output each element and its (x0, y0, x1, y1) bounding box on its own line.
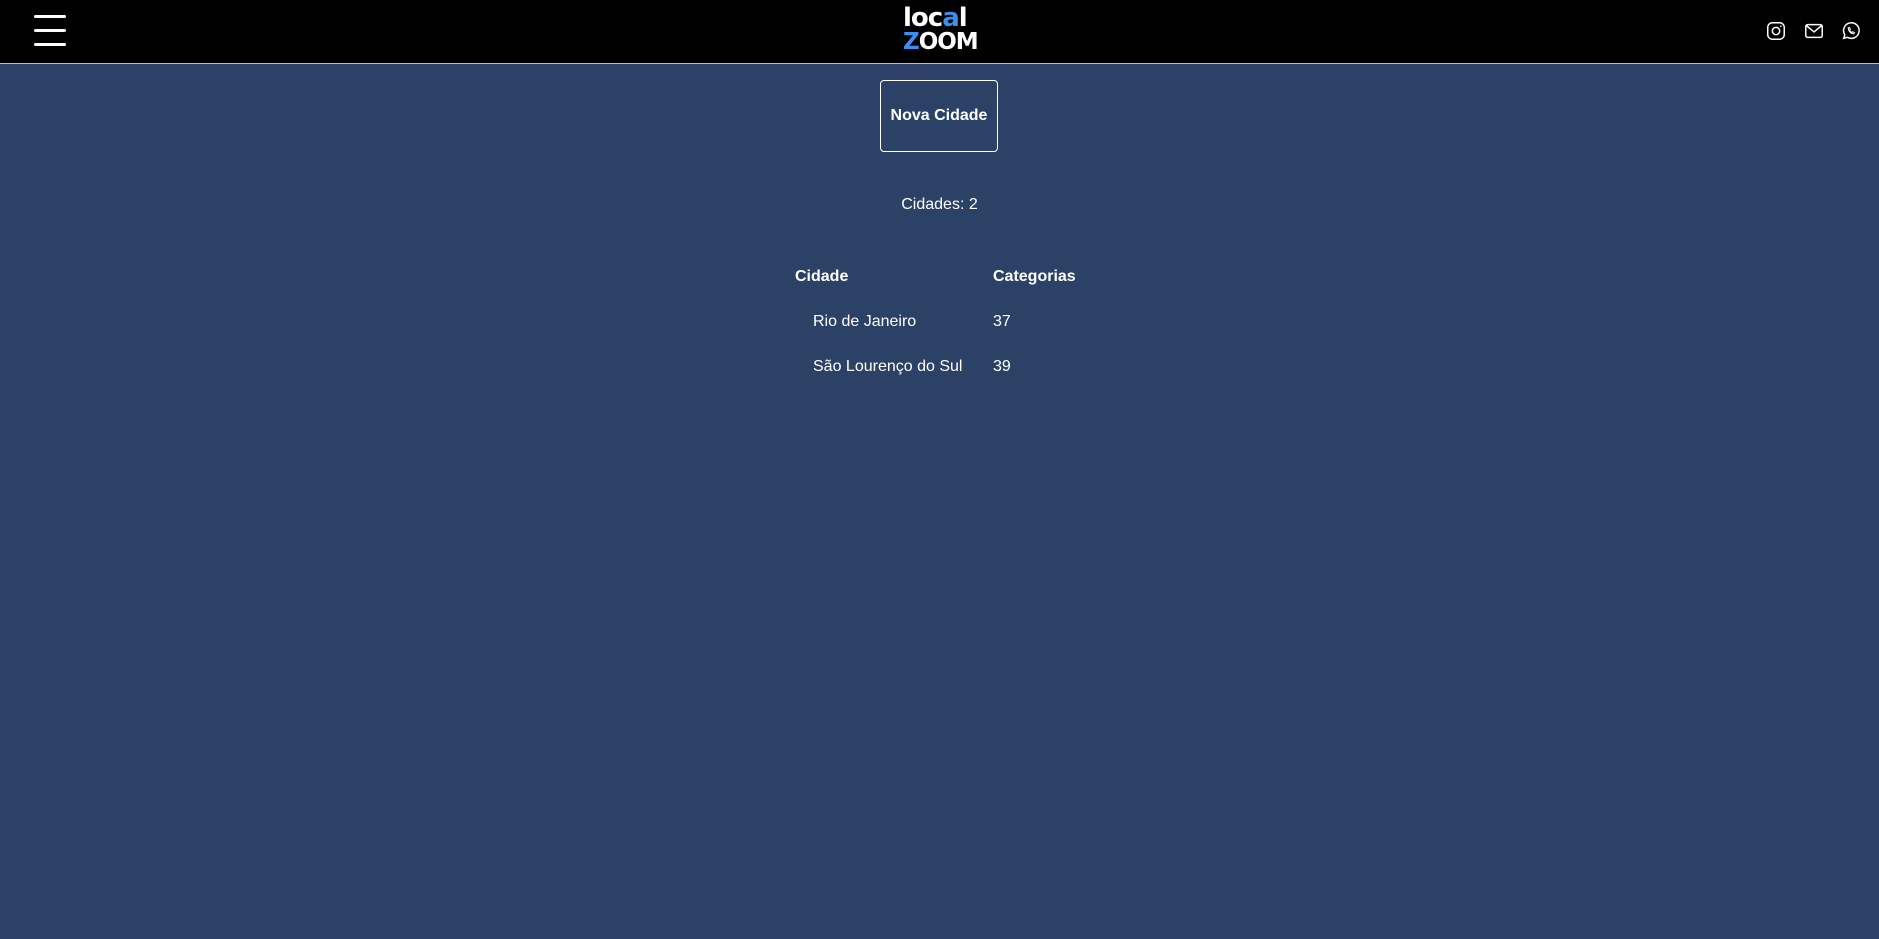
cities-table: Cidade Categorias Rio de Janeiro 37 São … (795, 268, 1095, 403)
category-count: 39 (993, 358, 1011, 375)
top-navigation-bar: local ZOOM (0, 0, 1879, 64)
table-header-row: Cidade Categorias (795, 268, 1095, 313)
new-city-button[interactable]: Nova Cidade (880, 80, 998, 152)
column-header-city: Cidade (795, 268, 849, 285)
instagram-icon[interactable] (1765, 20, 1787, 42)
category-count: 37 (993, 313, 1011, 330)
table-row[interactable]: Rio de Janeiro 37 (795, 313, 1095, 358)
hamburger-menu-icon[interactable] (32, 12, 70, 50)
whatsapp-icon[interactable] (1840, 20, 1862, 42)
column-header-categories: Categorias (993, 268, 1076, 285)
city-count: Cidades: 2 (901, 196, 978, 213)
city-name[interactable]: Rio de Janeiro (813, 313, 916, 331)
local-zoom-logo[interactable]: local ZOOM (903, 5, 979, 54)
mail-icon[interactable] (1803, 20, 1825, 42)
city-name[interactable]: São Lourenço do Sul (813, 358, 962, 376)
table-row[interactable]: São Lourenço do Sul 39 (795, 358, 1095, 403)
